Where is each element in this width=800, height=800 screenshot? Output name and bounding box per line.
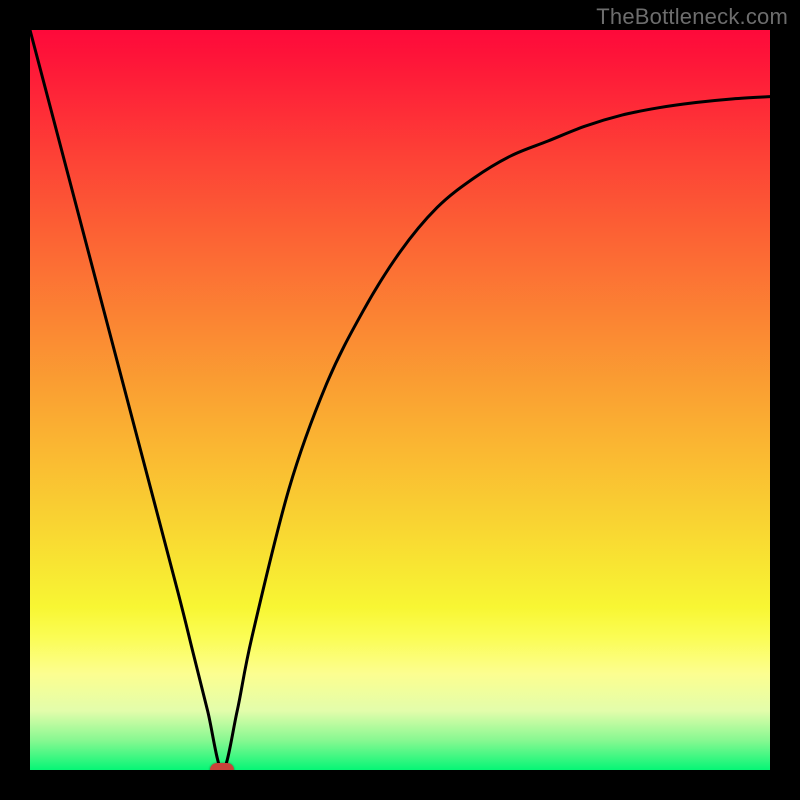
curve-line [30,30,770,770]
plot-area [30,30,770,770]
minimum-marker [210,763,234,770]
attribution-text: TheBottleneck.com [596,4,788,30]
chart-frame: TheBottleneck.com [0,0,800,800]
